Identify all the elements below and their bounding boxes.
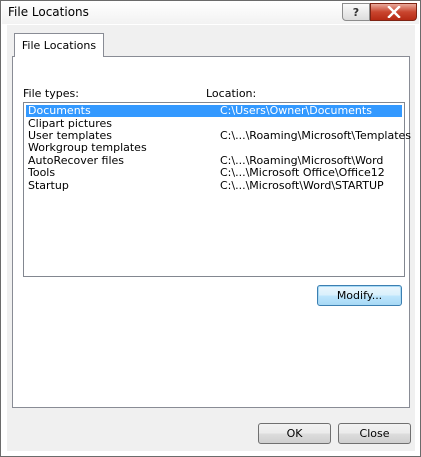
file-type-name: Workgroup templates [28, 141, 147, 154]
help-icon: ? [352, 5, 360, 19]
window-close-button[interactable] [370, 3, 417, 21]
list-item[interactable]: Workgroup templates [26, 142, 402, 154]
file-types-label: File types: [23, 87, 79, 100]
window-title: File Locations [8, 5, 89, 19]
dialog-client-area: File Locations File types: Location: Doc… [7, 25, 415, 451]
ok-button[interactable]: OK [258, 423, 331, 444]
tab-panel: File types: Location: Documents C:\Users… [12, 56, 411, 408]
file-type-name: Startup [28, 179, 69, 192]
location-label: Location: [206, 87, 257, 100]
title-bar[interactable]: File Locations ? [2, 2, 419, 24]
modify-button[interactable]: Modify... [317, 285, 402, 306]
file-type-name: Documents [28, 104, 91, 117]
file-type-path: C:\Users\Owner\Documents [220, 104, 372, 117]
location-header: Location: [206, 87, 256, 100]
list-item[interactable]: Tools C:\...\Microsoft Office\Office12 [26, 167, 402, 179]
list-item[interactable]: Documents C:\Users\Owner\Documents [26, 105, 402, 117]
file-type-path: C:\...\Microsoft Office\Office12 [220, 166, 385, 179]
tab-file-locations[interactable]: File Locations [14, 33, 104, 57]
file-type-path: C:\...\Microsoft\Word\STARTUP [220, 179, 384, 192]
file-type-path: C:\...\Roaming\Microsoft\Templates [220, 129, 412, 142]
file-types-list[interactable]: Documents C:\Users\Owner\Documents Clipa… [23, 102, 411, 277]
file-types-header: File types: [23, 87, 79, 100]
list-item[interactable]: Startup C:\...\Microsoft\Word\STARTUP [26, 180, 402, 192]
help-button[interactable]: ? [342, 3, 370, 21]
close-icon [386, 6, 401, 18]
file-type-name: Tools [28, 166, 56, 179]
close-button[interactable]: Close [338, 423, 411, 444]
file-locations-dialog: File Locations ? File Locations File typ… [0, 0, 421, 457]
